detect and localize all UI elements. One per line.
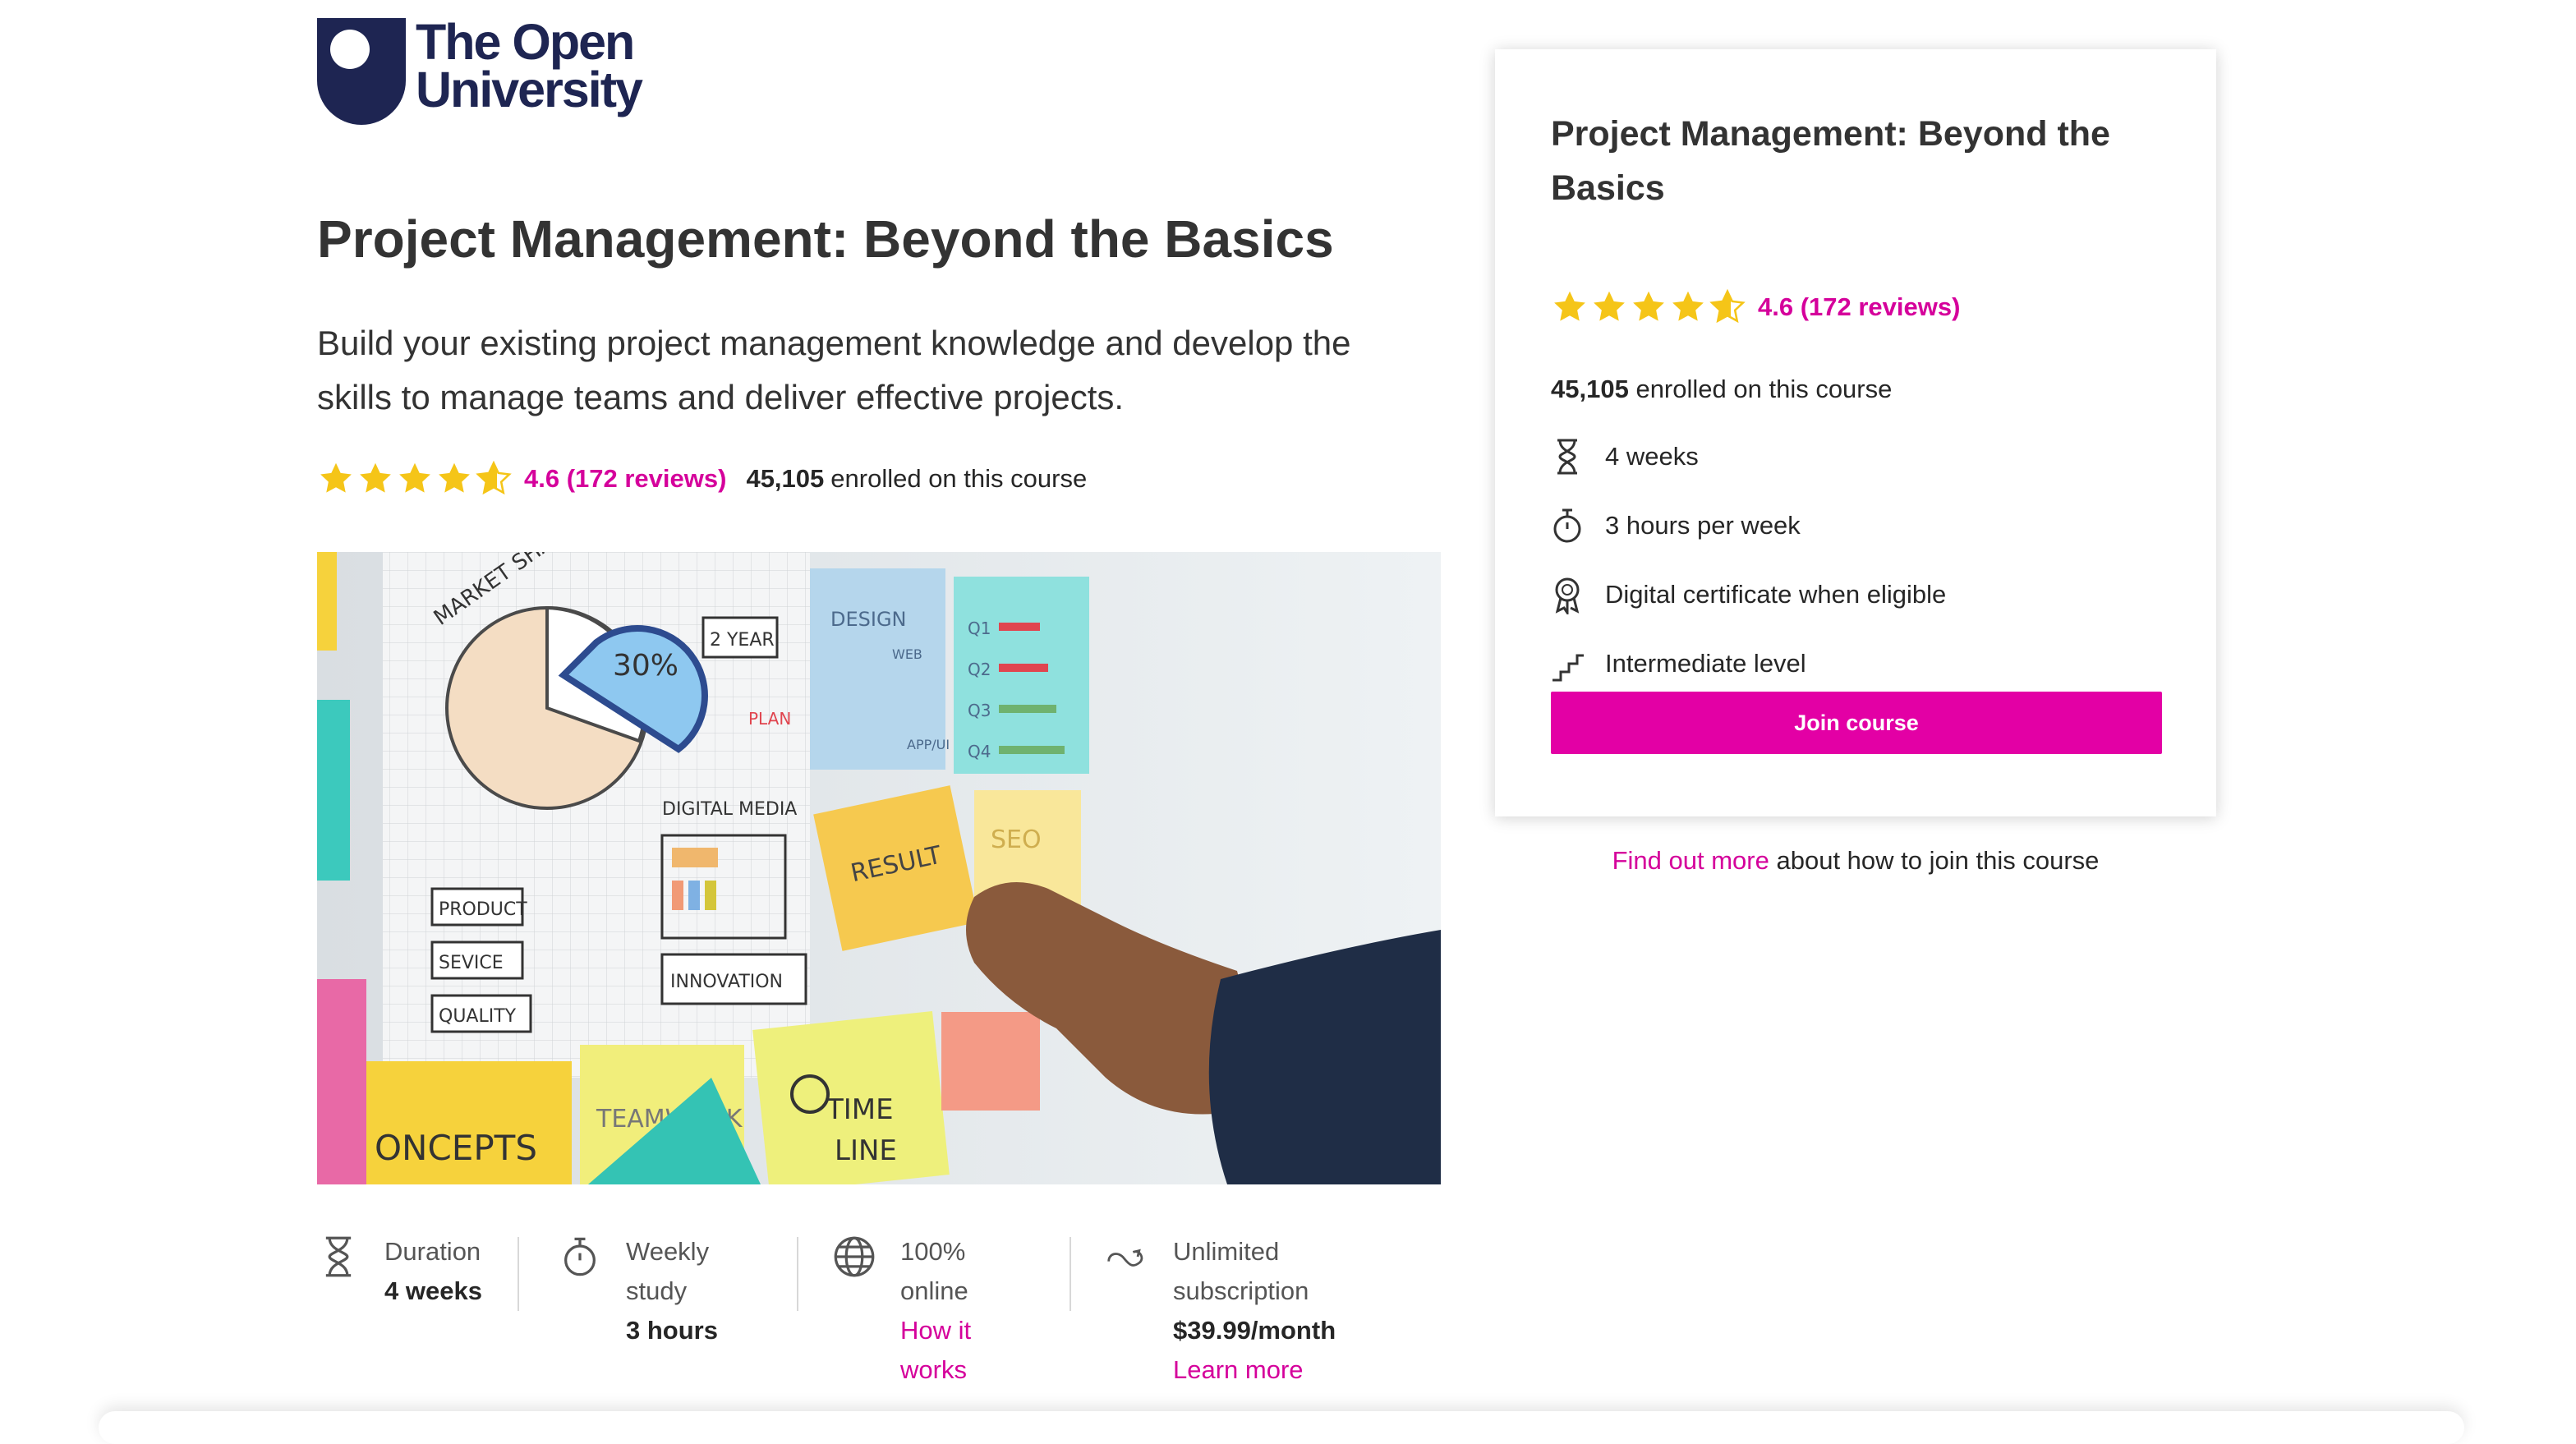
page-title: Project Management: Beyond the Basics	[317, 209, 1334, 269]
svg-text:Q4: Q4	[968, 742, 991, 761]
course-description: Build your existing project management k…	[317, 324, 1351, 416]
subscription-price: $39.99/month	[1173, 1316, 1336, 1345]
hourglass-icon	[325, 1236, 352, 1277]
info-divider	[1070, 1237, 1071, 1311]
sidebar-enrolled: 45,105 enrolled on this course	[1551, 375, 1892, 404]
sidebar-rating: 4.6 (172 reviews)	[1551, 289, 1960, 325]
feature-weekly-hours: 3 hours per week	[1551, 504, 1801, 547]
svg-text:INNOVATION: INNOVATION	[670, 972, 783, 992]
svg-text:Q1: Q1	[968, 619, 991, 638]
svg-text:DESIGN: DESIGN	[830, 608, 907, 631]
join-course-button[interactable]: Join course	[1551, 692, 2162, 754]
info-divider	[797, 1237, 798, 1311]
stopwatch-icon	[1553, 508, 1581, 543]
svg-text:APP/UI: APP/UI	[907, 737, 950, 752]
info-divider	[518, 1237, 519, 1311]
star-rating	[317, 461, 514, 497]
half-star-icon	[1709, 289, 1746, 324]
hourglass-icon	[1557, 439, 1577, 475]
study-label: study	[626, 1276, 688, 1305]
online-label: online	[900, 1276, 968, 1305]
feature-label: Intermediate level	[1605, 649, 1806, 678]
svg-text:2 YEAR: 2 YEAR	[710, 630, 775, 651]
svg-text:PLAN: PLAN	[748, 709, 791, 729]
svg-text:Q3: Q3	[968, 701, 991, 720]
planning-board-illustration: 30% MARKET SHARE 2 YEAR PLAN DIGITAL MED…	[317, 552, 1441, 1184]
feature-certificate: Digital certificate when eligible	[1551, 573, 1946, 616]
online-percent-label: 100%	[900, 1237, 966, 1266]
stopwatch-icon	[564, 1237, 596, 1276]
svg-text:PRODUCT: PRODUCT	[439, 899, 527, 920]
svg-text:SEO: SEO	[991, 825, 1042, 854]
star-icon	[360, 462, 391, 493]
feature-label: Digital certificate when eligible	[1605, 580, 1947, 609]
unlimited-label: Unlimited	[1173, 1237, 1280, 1266]
star-icon	[1633, 291, 1664, 321]
duration-label: Duration	[384, 1237, 481, 1266]
enrolled-count: 45,105	[746, 464, 825, 493]
svg-text:LINE: LINE	[835, 1134, 897, 1167]
open-university-logo[interactable]: The Open University	[317, 14, 646, 126]
star-icon	[320, 462, 352, 493]
svg-text:Q2: Q2	[968, 660, 991, 679]
star-rating	[1551, 289, 1748, 325]
stairs-icon	[1552, 654, 1584, 682]
globe-icon	[834, 1236, 875, 1277]
svg-text:WEB: WEB	[892, 646, 922, 662]
learn-more-link[interactable]: Learn more	[1173, 1350, 1336, 1390]
course-hero-image: 30% MARKET SHARE 2 YEAR PLAN DIGITAL MED…	[317, 552, 1441, 1184]
feature-level: Intermediate level	[1551, 642, 1806, 685]
star-icon	[399, 462, 430, 493]
svg-text:QUALITY: QUALITY	[439, 1006, 517, 1027]
star-icon	[1554, 291, 1585, 321]
university-shield-icon	[317, 18, 406, 125]
weekly-study-value: 3 hours	[626, 1316, 718, 1345]
sidebar-course-title: Project Management: Beyond the Basics	[1551, 114, 2110, 208]
sidebar-enrolled-count: 45,105	[1551, 375, 1629, 403]
svg-text:DIGITAL MEDIA: DIGITAL MEDIA	[662, 799, 797, 820]
university-name: The Open University	[416, 14, 643, 117]
svg-text:ONCEPTS: ONCEPTS	[375, 1128, 537, 1168]
reviews-link[interactable]: 4.6 (172 reviews)	[524, 464, 726, 494]
how-it-works-link[interactable]: How it works	[900, 1311, 971, 1390]
sidebar-reviews-link[interactable]: 4.6 (172 reviews)	[1758, 292, 1960, 322]
find-out-more-text: Find out more about how to join this cou…	[1495, 846, 2216, 876]
infinity-icon	[1107, 1249, 1143, 1267]
star-icon	[439, 462, 470, 493]
sidebar-enrolled-label: enrolled on this course	[1635, 375, 1893, 403]
feature-label: 4 weeks	[1605, 442, 1699, 471]
find-out-more-link[interactable]: Find out more	[1612, 846, 1769, 875]
star-icon	[1594, 291, 1625, 321]
pie-percent-label: 30%	[613, 649, 678, 683]
svg-text:TIME: TIME	[826, 1093, 894, 1126]
svg-text:SEVICE: SEVICE	[439, 953, 504, 973]
duration-value: 4 weeks	[384, 1276, 482, 1305]
weekly-label: Weekly	[626, 1237, 710, 1266]
certificate-icon	[1555, 577, 1580, 614]
star-icon	[1672, 291, 1704, 321]
feature-duration: 4 weeks	[1551, 435, 1699, 478]
find-out-more-label: about how to join this course	[1776, 846, 2100, 875]
enrolled-label: enrolled on this course	[830, 464, 1088, 493]
footer-edge-shadow	[99, 1411, 2464, 1444]
feature-label: 3 hours per week	[1605, 511, 1801, 540]
subscription-label: subscription	[1173, 1276, 1309, 1305]
course-rating-summary: 4.6 (172 reviews) 45,105 enrolled on thi…	[317, 458, 1087, 499]
half-star-icon	[476, 461, 512, 495]
